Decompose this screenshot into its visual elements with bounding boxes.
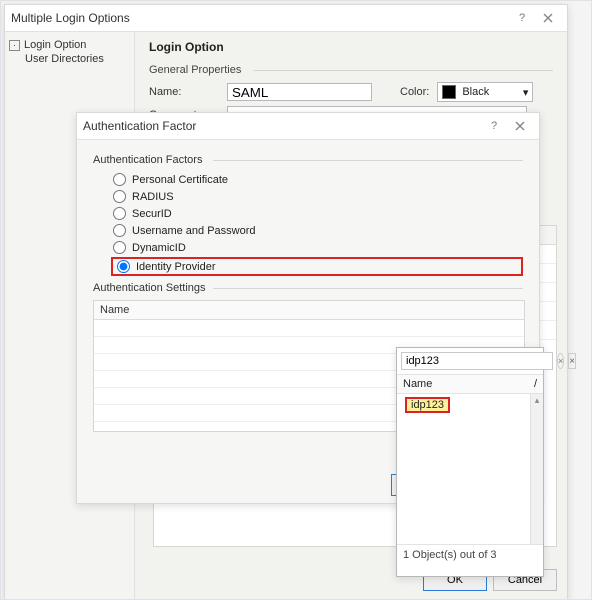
close-icon [515,121,525,131]
panel-heading: Login Option [149,40,553,54]
picker-scrollbar[interactable]: ▴ [530,394,543,544]
main-title: Multiple Login Options [11,11,509,25]
auth-settings-header[interactable]: Name [94,301,524,320]
radio-personal-certificate[interactable]: Personal Certificate [111,172,523,187]
auth-factors-label: Authentication Factors [93,154,523,166]
color-value: Black [462,86,489,98]
radio-radius[interactable]: RADIUS [111,189,523,204]
clear-icon: × [558,356,563,366]
close-icon [543,13,553,23]
picker-search-row: × × [397,348,543,375]
tree-node-login-option[interactable]: · Login Option [9,38,130,52]
picker-status: 1 Object(s) out of 3 [397,544,543,565]
auth-close-button[interactable] [507,113,533,139]
picker-header-label: Name [403,378,432,390]
main-titlebar: Multiple Login Options ? [5,5,567,32]
general-properties-label: General Properties [149,64,553,76]
auth-title: Authentication Factor [83,119,481,133]
close-icon: × [569,356,575,367]
picker-list: idp123 ▴ [397,394,543,544]
tree-expand-icon[interactable]: · [9,40,20,51]
picker-search-input[interactable] [401,352,553,370]
help-button[interactable]: ? [509,5,535,31]
picker-item[interactable]: idp123 [397,394,543,416]
name-row: Name: Color: Black ▾ [149,82,553,102]
scroll-up-icon: ▴ [531,394,543,406]
auth-help-button[interactable]: ? [481,113,507,139]
color-label: Color: [400,86,429,98]
chevron-down-icon: ▾ [523,86,529,99]
table-row [94,320,524,337]
name-input[interactable] [227,83,372,101]
tree-node-user-directories[interactable]: User Directories [25,52,130,66]
picker-header[interactable]: Name / [397,375,543,394]
radio-dynamicid[interactable]: DynamicID [111,240,523,255]
radio-identity-provider[interactable]: Identity Provider [111,257,523,276]
color-select[interactable]: Black ▾ [437,82,533,102]
sort-indicator-icon: / [534,378,537,390]
auth-titlebar: Authentication Factor ? [77,113,539,140]
auth-settings-label: Authentication Settings [93,282,523,294]
picker-item-label: idp123 [405,397,450,413]
name-label: Name: [149,86,219,98]
close-window-button[interactable] [535,5,561,31]
object-picker: × × Name / idp123 ▴ 1 Object(s) out of 3 [396,347,544,577]
auth-factor-radios: Personal Certificate RADIUS SecurID User… [111,172,523,276]
picker-close-button[interactable]: × [568,353,576,369]
color-swatch-icon [442,85,456,99]
radio-securid[interactable]: SecurID [111,206,523,221]
radio-username-password[interactable]: Username and Password [111,223,523,238]
